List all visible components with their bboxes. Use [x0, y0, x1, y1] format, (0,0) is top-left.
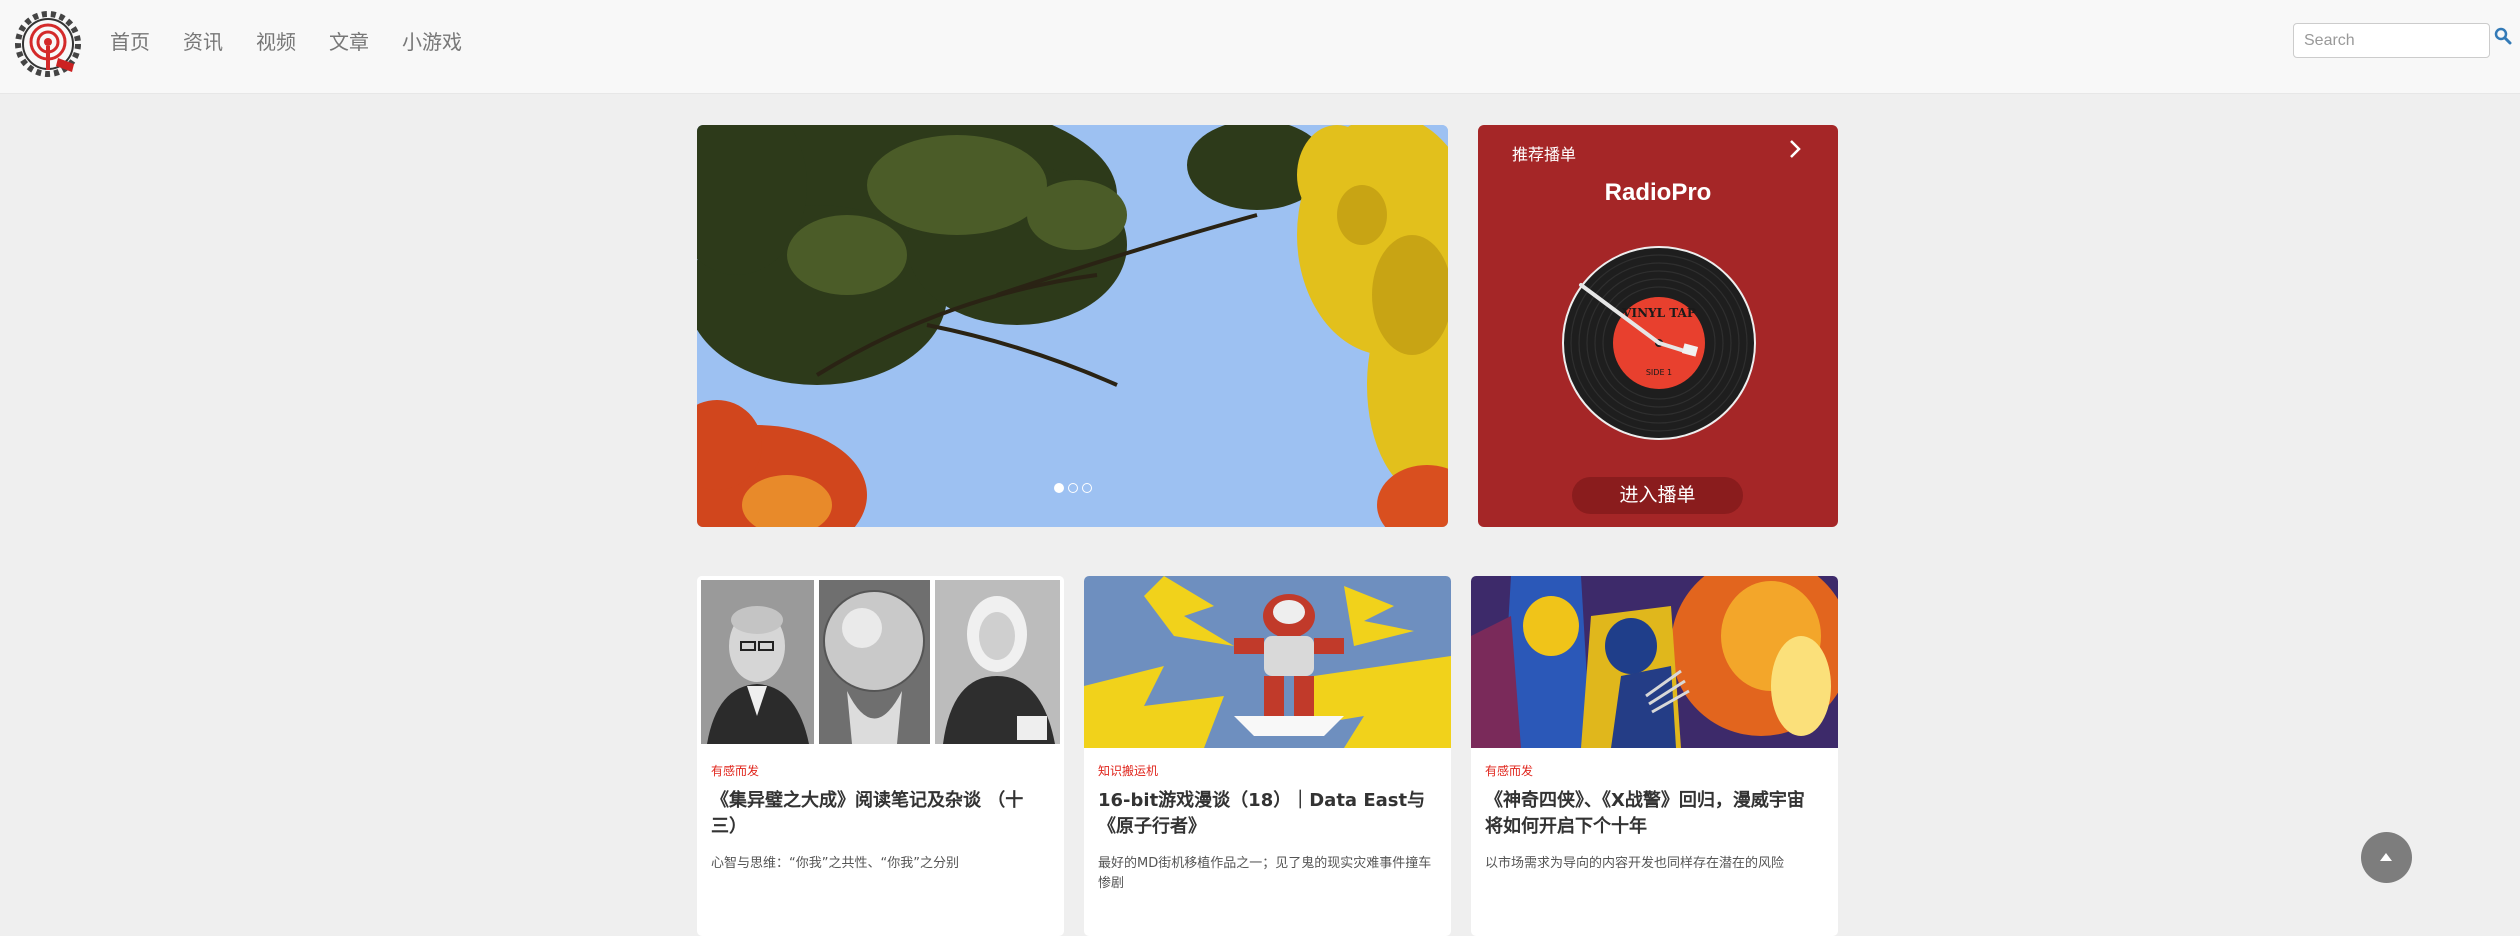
nav-videos[interactable]: 视频	[256, 26, 296, 55]
playlist-section-header: 推荐播单	[1512, 145, 1577, 164]
article-1-title[interactable]: 《集异璧之大成》阅读笔记及杂谈 （十三）	[711, 788, 1047, 840]
article-1-thumbnail[interactable]	[697, 576, 1064, 748]
article-2-title[interactable]: 16-bit游戏漫谈（18）｜Data East与《原子行者》	[1098, 788, 1434, 840]
carousel-indicators	[697, 483, 1448, 493]
article-3-thumbnail[interactable]	[1471, 576, 1838, 748]
hero-carousel[interactable]	[697, 125, 1448, 527]
article-2-category-tag[interactable]: 知识搬运机	[1098, 762, 1158, 779]
article-card-1[interactable]: 有感而发 《集异璧之大成》阅读笔记及杂谈 （十三） 心智与思维：“你我”之共性、…	[697, 576, 1064, 936]
article-card-3[interactable]: 有感而发 《神奇四侠》、《X战警》回归，漫威宇宙将如何开启下个十年 以市场需求为…	[1471, 576, 1838, 936]
article-3-category-tag[interactable]: 有感而发	[1485, 762, 1533, 779]
nav-home[interactable]: 首页	[110, 26, 150, 55]
carousel-dot-2[interactable]	[1067, 483, 1078, 493]
nav-articles[interactable]: 文章	[329, 26, 369, 55]
article-card-2[interactable]: 知识搬运机 16-bit游戏漫谈（18）｜Data East与《原子行者》 最好…	[1084, 576, 1451, 936]
vinyl-record-icon: VINYL TAP SIDE 1	[1562, 246, 1756, 440]
record-label-text: VINYL TAP	[1621, 306, 1696, 320]
article-3-summary: 以市场需求为导向的内容开发也同样存在潜在的风险	[1485, 856, 1785, 871]
enter-playlist-button[interactable]: 进入播单	[1572, 477, 1743, 514]
recommended-playlist-card: 推荐播单 RadioPro VINYL TAP SIDE 1 进入播单	[1478, 125, 1838, 527]
search-input[interactable]	[2293, 23, 2490, 58]
main-nav: 首页 资讯 视频 文章 小游戏	[110, 0, 495, 80]
article-3-title[interactable]: 《神奇四侠》、《X战警》回归，漫威宇宙将如何开启下个十年	[1485, 788, 1821, 840]
carousel-dot-1[interactable]	[1053, 483, 1064, 493]
search-icon[interactable]	[2494, 27, 2512, 45]
carousel-dot-3[interactable]	[1081, 483, 1092, 493]
article-1-category-tag[interactable]: 有感而发	[711, 762, 759, 779]
article-2-summary: 最好的MD街机移植作品之一；见了鬼的现实灾难事件撞车惨剧	[1098, 856, 1432, 891]
chevron-right-icon[interactable]	[1783, 137, 1807, 161]
nav-minigames[interactable]: 小游戏	[402, 26, 462, 55]
site-logo-icon[interactable]	[12, 8, 84, 80]
hero-slide-image[interactable]	[697, 125, 1448, 527]
playlist-title: RadioPro	[1604, 179, 1712, 206]
top-navbar: 首页 资讯 视频 文章 小游戏	[0, 0, 2520, 94]
caret-up-icon	[2380, 853, 2392, 861]
article-2-thumbnail[interactable]	[1084, 576, 1451, 748]
record-side-text: SIDE 1	[1646, 368, 1672, 377]
back-to-top-button[interactable]	[2361, 832, 2412, 883]
nav-news[interactable]: 资讯	[183, 26, 223, 55]
article-1-summary: 心智与思维：“你我”之共性、“你我”之分别	[711, 856, 959, 871]
